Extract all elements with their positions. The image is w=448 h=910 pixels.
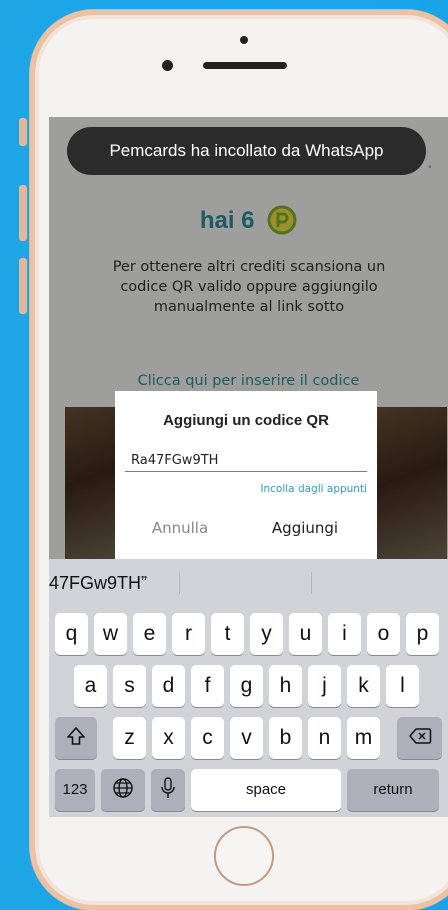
key-o[interactable]: o xyxy=(367,613,400,655)
key-w[interactable]: w xyxy=(94,613,127,655)
numbers-key[interactable]: 123 xyxy=(55,769,95,811)
suggestion-word[interactable]: 47FGw9TH” xyxy=(49,573,147,594)
key-c[interactable]: c xyxy=(191,717,224,759)
shift-icon xyxy=(66,727,86,746)
volume-down-button xyxy=(19,258,27,314)
key-u[interactable]: u xyxy=(289,613,322,655)
key-a[interactable]: a xyxy=(74,665,107,707)
key-l[interactable]: l xyxy=(386,665,419,707)
cancel-button[interactable]: Annulla xyxy=(135,519,225,537)
microphone-icon xyxy=(161,777,175,798)
suggestion-bar: 47FGw9TH” xyxy=(49,559,448,605)
earpiece-speaker xyxy=(203,62,287,69)
backspace-key[interactable] xyxy=(397,717,442,759)
key-e[interactable]: e xyxy=(133,613,166,655)
home-button[interactable] xyxy=(214,826,274,886)
key-t[interactable]: t xyxy=(211,613,244,655)
paste-from-clipboard-link[interactable]: Incolla dagli appunti xyxy=(260,483,367,495)
proximity-sensor xyxy=(240,36,248,44)
key-p[interactable]: p xyxy=(406,613,439,655)
key-k[interactable]: k xyxy=(347,665,380,707)
suggestion-divider xyxy=(179,572,180,594)
key-v[interactable]: v xyxy=(230,717,263,759)
mute-switch xyxy=(19,118,27,146)
key-x[interactable]: x xyxy=(152,717,185,759)
globe-key[interactable] xyxy=(101,769,145,811)
globe-icon xyxy=(112,778,134,798)
qr-code-input[interactable]: Ra47FGw9TH xyxy=(125,448,367,472)
add-button[interactable]: Aggiungi xyxy=(255,519,355,537)
key-z[interactable]: z xyxy=(113,717,146,759)
key-s[interactable]: s xyxy=(113,665,146,707)
key-b[interactable]: b xyxy=(269,717,302,759)
key-g[interactable]: g xyxy=(230,665,263,707)
key-y[interactable]: y xyxy=(250,613,283,655)
return-key[interactable]: return xyxy=(347,769,439,811)
ios-keyboard: 47FGw9TH” q w e r t y u i o p a s d f g … xyxy=(49,559,448,817)
key-n[interactable]: n xyxy=(308,717,341,759)
suggestion-divider xyxy=(311,572,312,594)
front-camera xyxy=(162,60,173,71)
backspace-icon xyxy=(408,728,432,746)
key-j[interactable]: j xyxy=(308,665,341,707)
key-r[interactable]: r xyxy=(172,613,205,655)
paste-notification: Pemcards ha incollato da WhatsApp xyxy=(67,127,426,175)
space-key[interactable]: space xyxy=(191,769,341,811)
phone-screen: . hai 6 Per ottenere altri crediti scans… xyxy=(49,117,448,817)
dialog-title: Aggiungi un codice QR xyxy=(163,412,329,429)
volume-up-button xyxy=(19,185,27,241)
key-d[interactable]: d xyxy=(152,665,185,707)
key-h[interactable]: h xyxy=(269,665,302,707)
add-qr-dialog: Aggiungi un codice QR Ra47FGw9TH Incolla… xyxy=(115,391,377,559)
key-q[interactable]: q xyxy=(55,613,88,655)
key-f[interactable]: f xyxy=(191,665,224,707)
key-m[interactable]: m xyxy=(347,717,380,759)
shift-key[interactable] xyxy=(55,717,97,759)
dictation-key[interactable] xyxy=(151,769,185,811)
key-i[interactable]: i xyxy=(328,613,361,655)
